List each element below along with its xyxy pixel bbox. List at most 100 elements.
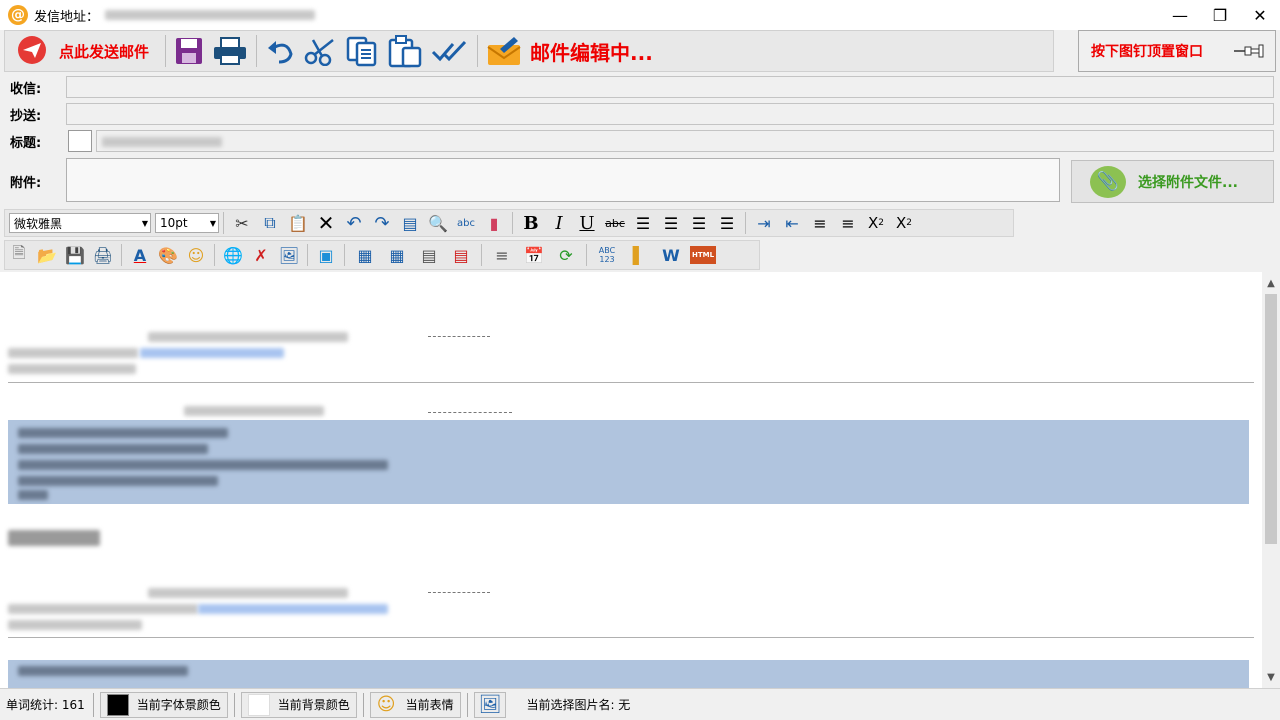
status-separator bbox=[92, 692, 94, 717]
subject-checkbox[interactable] bbox=[68, 130, 92, 152]
pin-window-button[interactable]: 按下图钉顶置窗口 bbox=[1078, 30, 1276, 72]
close-button[interactable]: ✕ bbox=[1240, 0, 1280, 30]
printer-icon bbox=[214, 37, 247, 65]
insert-link-icon[interactable]: 🌐 bbox=[219, 243, 247, 267]
indent-icon[interactable]: ⇥ bbox=[750, 211, 778, 235]
undo-button[interactable] bbox=[261, 33, 299, 69]
print-icon[interactable]: 🖨 bbox=[89, 243, 117, 267]
paragraph-format-icon[interactable]: ≡ bbox=[486, 243, 518, 267]
subject-input[interactable] bbox=[96, 130, 1274, 152]
bullet-list-icon[interactable]: ≡ bbox=[806, 211, 834, 235]
paste-button[interactable] bbox=[383, 33, 427, 69]
image-preview-button[interactable]: 🖼 bbox=[473, 691, 507, 718]
copy-button[interactable] bbox=[341, 33, 383, 69]
editor-scrollbar[interactable]: ▲ ▼ bbox=[1262, 272, 1280, 688]
scroll-up-icon[interactable]: ▲ bbox=[1262, 274, 1280, 292]
blurred-line bbox=[18, 444, 208, 454]
save-icon[interactable]: 💾 bbox=[61, 243, 89, 267]
body-text-blurred bbox=[8, 530, 100, 546]
choose-attachment-button[interactable]: 📎 选择附件文件... bbox=[1071, 160, 1274, 203]
abc123-icon[interactable]: ABC 123 bbox=[591, 243, 623, 267]
open-folder-icon[interactable]: 📂 bbox=[33, 243, 61, 267]
to-input[interactable] bbox=[66, 76, 1274, 98]
eraser-icon[interactable]: ▮ bbox=[480, 211, 508, 235]
delete-row-icon[interactable]: ▤ bbox=[445, 243, 477, 267]
table-grid-icon[interactable]: ▦ bbox=[381, 243, 413, 267]
align-right-icon[interactable]: ☰ bbox=[685, 211, 713, 235]
bg-color-label: 当前背景颜色 bbox=[277, 698, 350, 712]
new-document-icon[interactable]: 🗎 bbox=[5, 243, 33, 267]
font-family-select[interactable]: 微软雅黑 ▼ bbox=[9, 213, 151, 233]
subscript-icon[interactable]: X2 bbox=[862, 211, 890, 235]
strikethrough-icon[interactable]: abc bbox=[601, 211, 629, 235]
redo-icon[interactable]: ↷ bbox=[368, 211, 396, 235]
print-button[interactable] bbox=[208, 33, 252, 69]
italic-icon[interactable]: I bbox=[545, 211, 573, 235]
justify-icon[interactable]: ☰ bbox=[713, 211, 741, 235]
emoji-button[interactable]: ☺ 当前表情 bbox=[369, 691, 461, 718]
divider bbox=[8, 637, 1254, 638]
toolbar-separator bbox=[214, 244, 215, 266]
scroll-down-icon[interactable]: ▼ bbox=[1262, 668, 1280, 686]
calendar-icon[interactable]: 📅 bbox=[518, 243, 550, 267]
font-color-button[interactable]: 当前字体景颜色 bbox=[99, 691, 228, 718]
cut-icon[interactable]: ✂ bbox=[228, 211, 256, 235]
format-toolbar-1: 微软雅黑 ▼ 10pt ▼ ✂ ⧉ 📋 ✕ ↶ ↷ ▤ 🔍 abc ▮ B I U … bbox=[4, 209, 1014, 237]
superscript-icon[interactable]: X2 bbox=[890, 211, 918, 235]
quoted-header-blurred bbox=[148, 588, 348, 598]
main-toolbar: 点此发送邮件 邮件编辑中... bbox=[4, 30, 1054, 72]
bg-color-swatch bbox=[247, 693, 270, 716]
select-all-icon[interactable]: ▤ bbox=[396, 211, 424, 235]
paste-icon[interactable]: 📋 bbox=[284, 211, 312, 235]
sender-address-blurred bbox=[105, 10, 316, 20]
mail-editor[interactable] bbox=[0, 272, 1262, 688]
font-family-value: 微软雅黑 bbox=[14, 216, 63, 231]
bar-chart-icon[interactable]: ▌ bbox=[623, 243, 655, 267]
cc-input[interactable] bbox=[66, 103, 1274, 125]
subject-label: 标题: bbox=[10, 135, 42, 151]
underline-icon[interactable]: U bbox=[573, 211, 601, 235]
select-frame-icon[interactable]: ▣ bbox=[312, 243, 340, 267]
select-all-button[interactable] bbox=[427, 33, 473, 69]
bg-color-button[interactable]: 当前背景颜色 bbox=[240, 691, 357, 718]
title-bar: @ 发信地址： — ❐ ✕ bbox=[0, 0, 1280, 30]
font-color-icon[interactable]: A bbox=[126, 243, 154, 267]
find-icon[interactable]: 🔍 bbox=[424, 211, 452, 235]
align-left-icon[interactable]: ☰ bbox=[629, 211, 657, 235]
attachment-list[interactable] bbox=[66, 158, 1060, 202]
bold-icon[interactable]: B bbox=[517, 211, 545, 235]
blurred-line bbox=[18, 460, 388, 470]
dropdown-arrow-icon: ▼ bbox=[209, 218, 216, 228]
html-icon[interactable]: HTML bbox=[687, 243, 719, 267]
spellcheck-icon[interactable]: abc bbox=[452, 211, 480, 235]
insert-row-icon[interactable]: ▤ bbox=[413, 243, 445, 267]
pin-label: 按下图钉顶置窗口 bbox=[1091, 44, 1203, 60]
send-label: 点此发送邮件 bbox=[59, 42, 150, 61]
minimize-button[interactable]: — bbox=[1160, 0, 1200, 30]
delete-icon[interactable]: ✕ bbox=[312, 211, 340, 235]
insert-image-icon[interactable]: 🖼 bbox=[275, 243, 303, 267]
remove-link-icon[interactable]: ✗ bbox=[247, 243, 275, 267]
send-button[interactable]: 点此发送邮件 bbox=[5, 33, 153, 69]
emoji-icon[interactable]: ☺ bbox=[182, 243, 210, 267]
restore-button[interactable]: ❐ bbox=[1200, 0, 1240, 30]
copy-icon bbox=[346, 36, 377, 67]
refresh-icon[interactable]: ⟳ bbox=[550, 243, 582, 267]
scroll-thumb[interactable] bbox=[1265, 294, 1277, 544]
outdent-icon[interactable]: ⇤ bbox=[778, 211, 806, 235]
font-size-select[interactable]: 10pt ▼ bbox=[155, 213, 219, 233]
copy-icon[interactable]: ⧉ bbox=[256, 211, 284, 235]
font-color-label: 当前字体景颜色 bbox=[136, 698, 221, 712]
blurred-line bbox=[18, 428, 228, 438]
quoted-text-blurred bbox=[8, 364, 136, 374]
toolbar-separator bbox=[223, 212, 224, 234]
word-doc-icon[interactable]: W bbox=[655, 243, 687, 267]
cut-button[interactable] bbox=[299, 33, 341, 69]
align-center-icon[interactable]: ☰ bbox=[657, 211, 685, 235]
insert-table-icon[interactable]: ▦ bbox=[349, 243, 381, 267]
palette-icon[interactable]: 🎨 bbox=[154, 243, 182, 267]
save-button[interactable] bbox=[170, 33, 208, 69]
numbered-list-icon[interactable]: ≡ bbox=[834, 211, 862, 235]
floppy-icon bbox=[176, 38, 203, 64]
undo-icon[interactable]: ↶ bbox=[340, 211, 368, 235]
